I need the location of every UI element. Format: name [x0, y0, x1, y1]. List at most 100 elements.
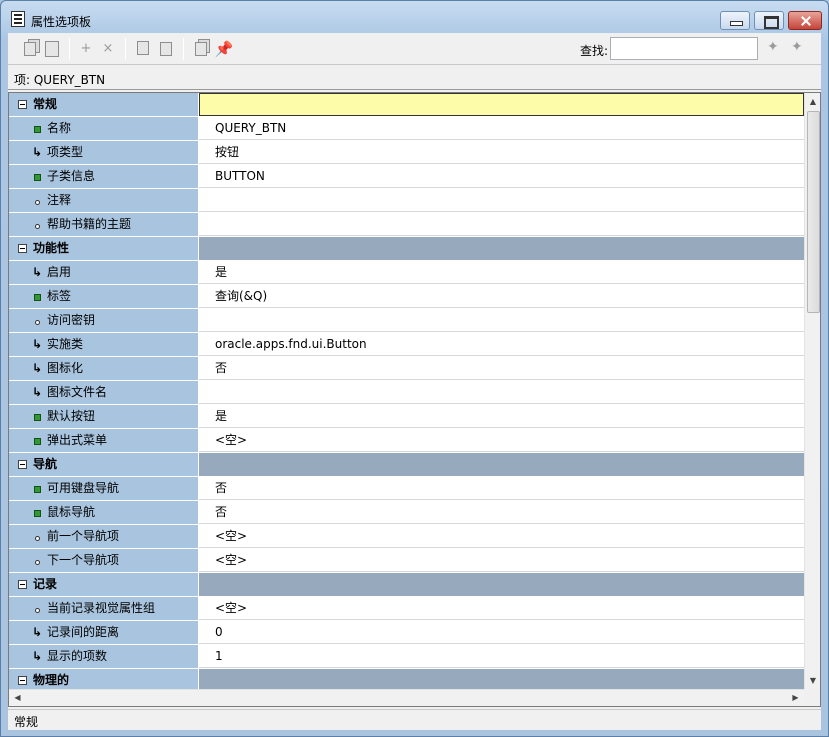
property-row[interactable]: 项类型 按钮 [9, 141, 804, 165]
property-value[interactable]: 按钮 [199, 141, 804, 164]
property-value[interactable]: 0 [199, 621, 804, 644]
property-row[interactable]: 可用键盘导航 否 [9, 477, 804, 501]
property-row[interactable]: 帮助书籍的主题 [9, 213, 804, 237]
category-name[interactable]: 物理的 [9, 669, 199, 689]
delete-property-button[interactable]: × [98, 39, 118, 59]
property-name[interactable]: 弹出式菜单 [9, 429, 199, 452]
pin-button[interactable]: 📌 [214, 39, 234, 59]
property-name[interactable]: 可用键盘导航 [9, 477, 199, 500]
property-row[interactable]: 子类信息 BUTTON [9, 165, 804, 189]
freeze-button[interactable] [192, 39, 212, 59]
horizontal-scrollbar[interactable]: ◀ ▶ [9, 689, 804, 706]
property-value[interactable]: QUERY_BTN [199, 117, 804, 140]
property-name[interactable]: 项类型 [9, 141, 199, 164]
property-value[interactable]: 查询(&Q) [199, 285, 804, 308]
minimize-button[interactable] [720, 11, 750, 30]
copy-properties-button[interactable] [20, 39, 40, 59]
property-name[interactable]: 子类信息 [9, 165, 199, 188]
category-row[interactable]: 功能性 [9, 237, 804, 261]
property-row[interactable]: 默认按钮 是 [9, 405, 804, 429]
category-row[interactable]: 记录 [9, 573, 804, 597]
category-value-cell[interactable] [199, 573, 804, 596]
property-value[interactable] [199, 381, 804, 404]
scroll-down-arrow[interactable]: ▼ [805, 672, 820, 689]
property-name[interactable]: 帮助书籍的主题 [9, 213, 199, 236]
property-row[interactable]: 注释 [9, 189, 804, 213]
collapse-toggle-icon[interactable] [18, 460, 27, 469]
property-name[interactable]: 记录间的距离 [9, 621, 199, 644]
collapse-toggle-icon[interactable] [18, 244, 27, 253]
property-name[interactable]: 名称 [9, 117, 199, 140]
property-name[interactable]: 访问密钥 [9, 309, 199, 332]
maximize-button[interactable] [754, 11, 784, 30]
add-property-button[interactable]: + [76, 39, 96, 59]
property-row[interactable]: 访问密钥 [9, 309, 804, 333]
property-name[interactable]: 图标文件名 [9, 381, 199, 404]
property-name[interactable]: 标签 [9, 285, 199, 308]
property-row[interactable]: 当前记录视觉属性组 <空> [9, 597, 804, 621]
scroll-up-arrow[interactable]: ▲ [805, 93, 820, 110]
category-row[interactable]: 导航 [9, 453, 804, 477]
property-row[interactable]: 名称 QUERY_BTN [9, 117, 804, 141]
property-value[interactable]: <空> [199, 525, 804, 548]
category-row[interactable]: 物理的 [9, 669, 804, 689]
property-name[interactable]: 实施类 [9, 333, 199, 356]
property-row[interactable]: 图标化 否 [9, 357, 804, 381]
property-row[interactable]: 下一个导航项 <空> [9, 549, 804, 573]
category-name[interactable]: 记录 [9, 573, 199, 596]
find-previous-button[interactable]: ✦ [791, 39, 803, 55]
scroll-thumb[interactable] [807, 111, 820, 313]
property-row[interactable]: 记录间的距离 0 [9, 621, 804, 645]
collapse-toggle-icon[interactable] [18, 676, 27, 685]
paste-properties-button[interactable] [42, 39, 62, 59]
property-row[interactable]: 前一个导航项 <空> [9, 525, 804, 549]
property-row[interactable]: 图标文件名 [9, 381, 804, 405]
property-value[interactable]: <空> [199, 597, 804, 620]
property-value[interactable] [199, 309, 804, 332]
property-value[interactable] [199, 189, 804, 212]
find-next-button[interactable]: ✦ [767, 39, 779, 55]
property-value[interactable]: oracle.apps.fnd.ui.Button [199, 333, 804, 356]
property-value[interactable]: <空> [199, 549, 804, 572]
collapse-toggle-icon[interactable] [18, 100, 27, 109]
scroll-right-arrow[interactable]: ▶ [787, 690, 804, 706]
category-name[interactable]: 常规 [9, 93, 199, 116]
collapse-toggle-icon[interactable] [18, 580, 27, 589]
property-value[interactable]: BUTTON [199, 165, 804, 188]
property-name[interactable]: 下一个导航项 [9, 549, 199, 572]
category-value-cell[interactable] [199, 93, 804, 116]
property-row[interactable]: 实施类 oracle.apps.fnd.ui.Button [9, 333, 804, 357]
property-value[interactable]: 是 [199, 261, 804, 284]
vertical-scrollbar[interactable]: ▲ ▼ [804, 93, 820, 689]
property-name[interactable]: 鼠标导航 [9, 501, 199, 524]
property-value[interactable]: 否 [199, 501, 804, 524]
property-name[interactable]: 注释 [9, 189, 199, 212]
property-value[interactable] [199, 213, 804, 236]
property-row[interactable]: 显示的项数 1 [9, 645, 804, 669]
inherit-button[interactable] [156, 39, 176, 59]
property-row[interactable]: 鼠标导航 否 [9, 501, 804, 525]
property-value[interactable]: 1 [199, 645, 804, 668]
search-input[interactable] [610, 37, 758, 60]
property-name[interactable]: 当前记录视觉属性组 [9, 597, 199, 620]
category-name[interactable]: 导航 [9, 453, 199, 476]
property-name[interactable]: 图标化 [9, 357, 199, 380]
property-value[interactable]: <空> [199, 429, 804, 452]
property-value[interactable]: 是 [199, 405, 804, 428]
title-bar[interactable]: 属性选项板 [1, 1, 828, 33]
property-classes-button[interactable] [134, 39, 154, 59]
property-row[interactable]: 标签 查询(&Q) [9, 285, 804, 309]
property-name[interactable]: 启用 [9, 261, 199, 284]
property-name[interactable]: 显示的项数 [9, 645, 199, 668]
property-value[interactable]: 否 [199, 357, 804, 380]
property-row[interactable]: 启用是 [9, 261, 804, 285]
category-name[interactable]: 功能性 [9, 237, 199, 260]
scroll-left-arrow[interactable]: ◀ [9, 690, 26, 706]
property-name[interactable]: 前一个导航项 [9, 525, 199, 548]
close-button[interactable] [788, 11, 822, 30]
category-value-cell[interactable] [199, 453, 804, 476]
property-row[interactable]: 弹出式菜单 <空> [9, 429, 804, 453]
property-value[interactable]: 否 [199, 477, 804, 500]
category-value-cell[interactable] [199, 669, 804, 689]
property-name[interactable]: 默认按钮 [9, 405, 199, 428]
